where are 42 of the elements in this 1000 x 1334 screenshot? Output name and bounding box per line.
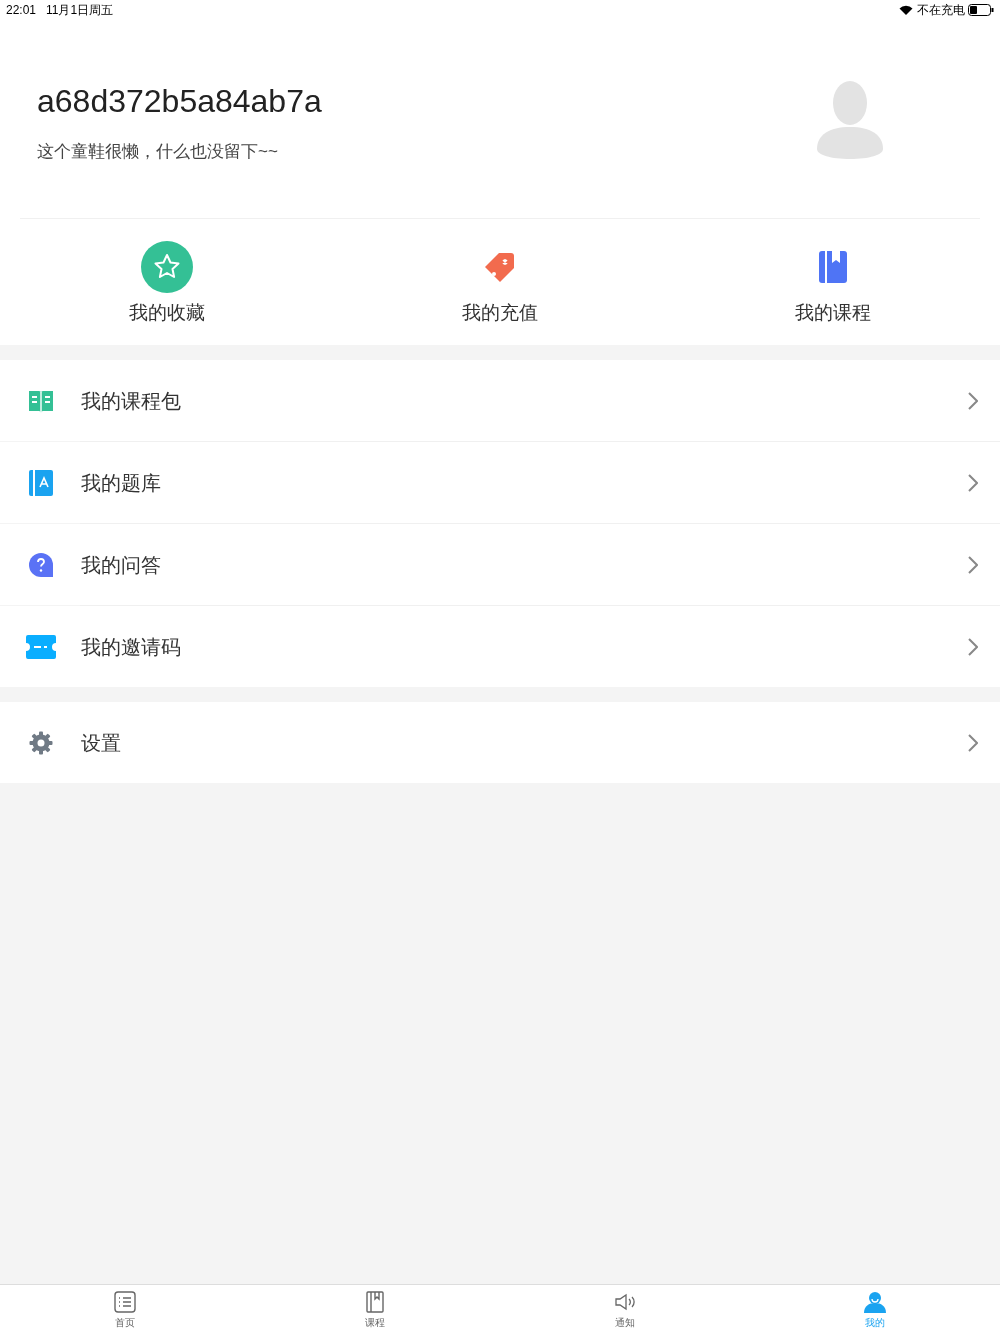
- chevron-right-icon: [968, 391, 978, 410]
- book-icon: [366, 1290, 384, 1313]
- chevron-right-icon: [968, 733, 978, 752]
- tag-icon: [483, 250, 517, 284]
- menu-label: 我的问答: [81, 552, 162, 578]
- menu-item[interactable]: 我的问答: [0, 524, 1000, 605]
- status-date: 11月1日周五: [46, 2, 114, 19]
- menu-item[interactable]: 我的邀请码: [0, 606, 1000, 687]
- menu-item[interactable]: 我的题库: [0, 442, 1000, 523]
- chevron-right-icon: [968, 555, 978, 574]
- tab-item[interactable]: 课程: [250, 1285, 500, 1334]
- list-icon: [114, 1290, 136, 1313]
- charging-status: 不在充电: [917, 2, 965, 19]
- tab-item[interactable]: 通知: [500, 1285, 750, 1334]
- username: a68d372b5a84ab7a: [37, 82, 323, 122]
- avatar-icon: [817, 79, 883, 159]
- shortcut-item[interactable]: 我的充值: [333, 219, 667, 345]
- menu-item[interactable]: 我的课程包: [0, 360, 1000, 441]
- chevron-right-icon: [968, 637, 978, 656]
- menu-label: 我的邀请码: [81, 634, 182, 660]
- shortcut-label: 我的收藏: [128, 301, 205, 325]
- menu-label: 我的题库: [81, 470, 162, 496]
- question-icon: [28, 551, 54, 578]
- bookmark-book-icon: [819, 251, 848, 283]
- status-time: 22:01: [6, 2, 37, 19]
- menu-label: 我的课程包: [81, 388, 182, 414]
- chevron-right-icon: [968, 473, 978, 492]
- menu-item[interactable]: 设置: [0, 702, 1000, 783]
- battery-icon: [968, 4, 994, 16]
- shortcut-label: 我的充值: [462, 301, 538, 325]
- menu-label: 设置: [81, 730, 122, 756]
- speaker-icon: [615, 1292, 635, 1311]
- shortcut-item[interactable]: 我的课程: [666, 219, 1000, 345]
- bio-text: 这个童鞋很懒，什么也没留下~~: [37, 141, 279, 164]
- wifi-icon: [899, 4, 913, 16]
- settings-icon: [29, 730, 53, 755]
- person-icon: [864, 1290, 886, 1313]
- ticket-icon: [26, 634, 56, 659]
- tab-item[interactable]: 首页: [0, 1285, 250, 1334]
- shortcut-label: 我的课程: [795, 301, 872, 325]
- book-icon: [29, 469, 53, 496]
- shortcut-item[interactable]: 我的收藏: [0, 219, 334, 345]
